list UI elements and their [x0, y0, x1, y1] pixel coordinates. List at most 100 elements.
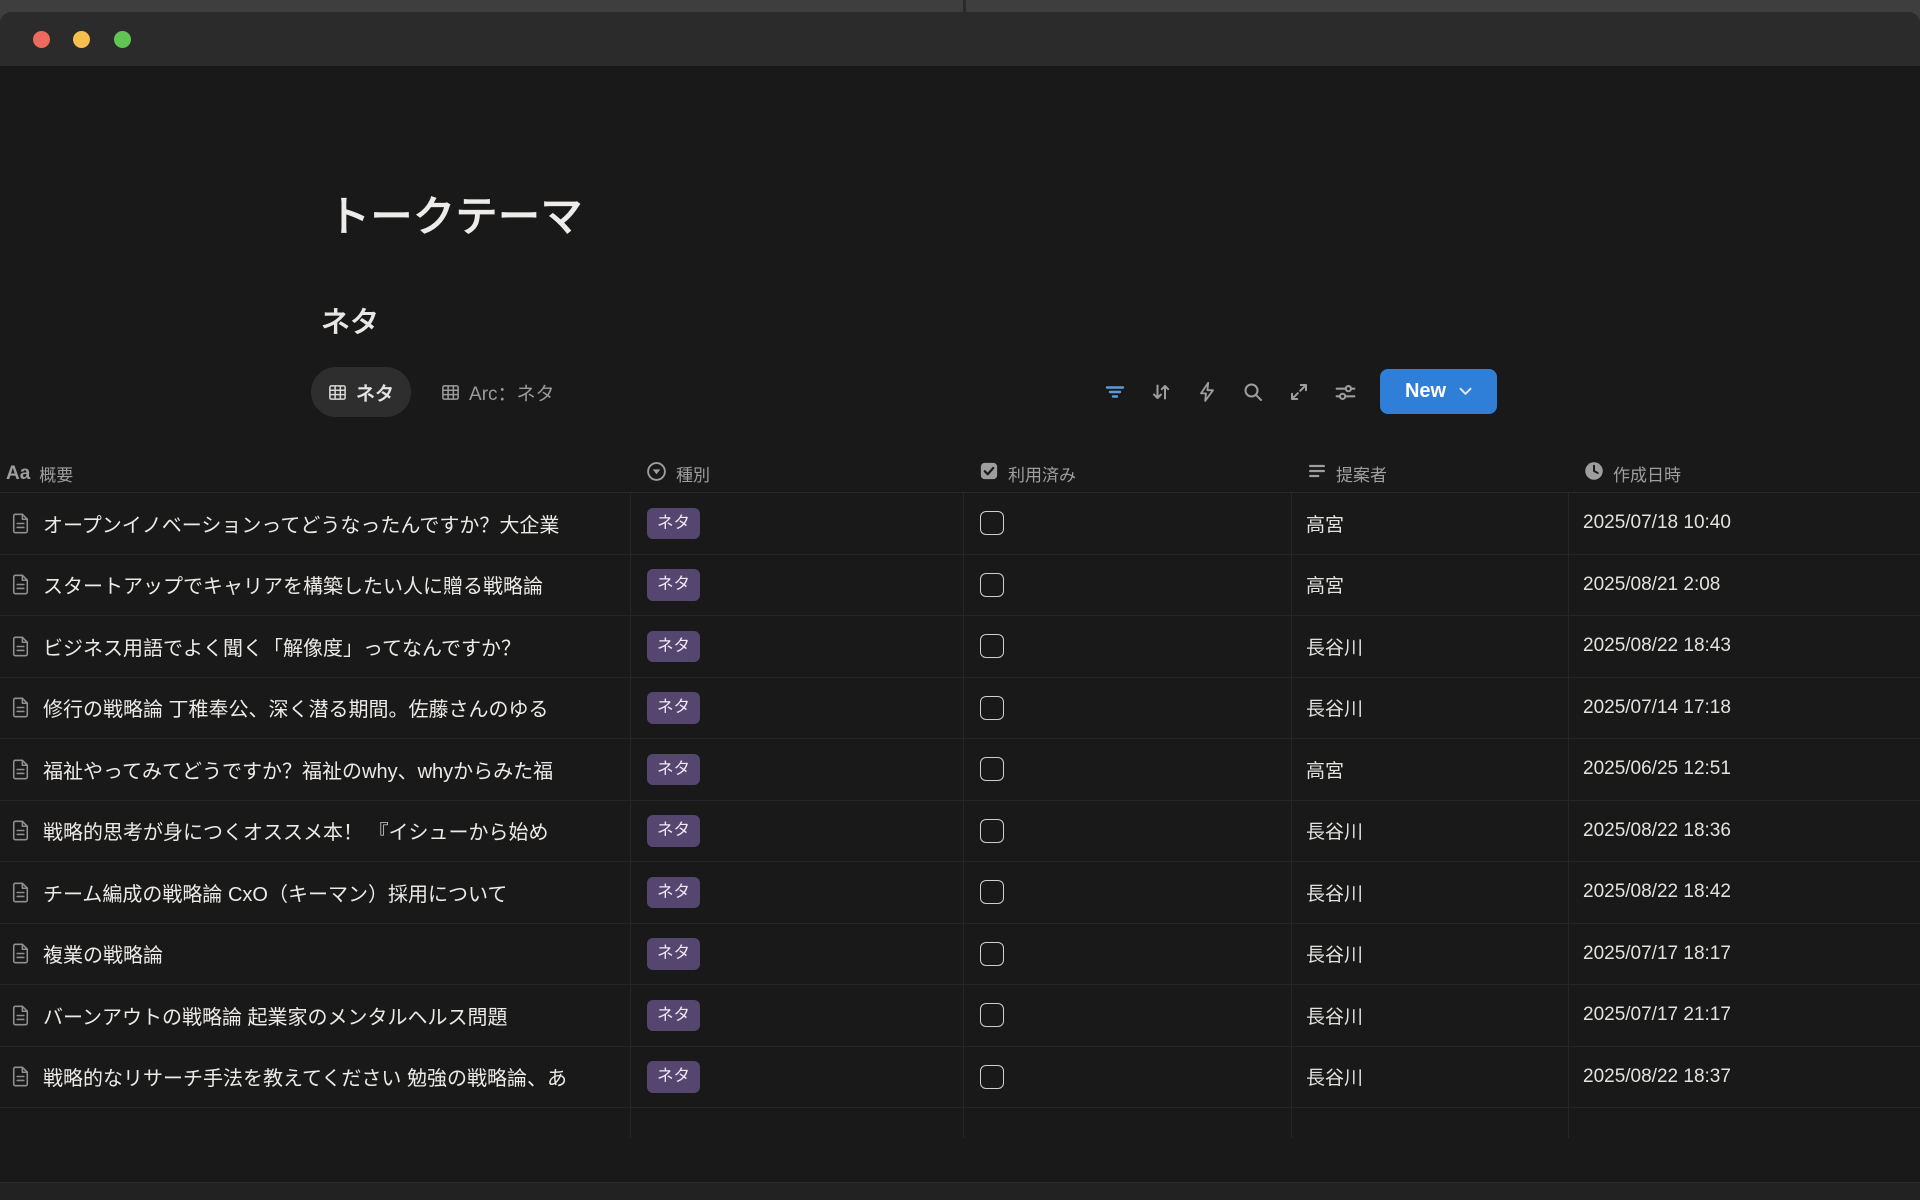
row-created-cell[interactable]: 2025/08/22 18:43 — [1569, 616, 1920, 677]
view-tab-arc-neta[interactable]: Arc：ネタ — [437, 367, 559, 417]
used-checkbox[interactable] — [980, 757, 1004, 781]
page-icon — [8, 572, 33, 597]
row-title-cell[interactable]: チーム編成の戦略論 CxO（キーマン）採用について — [0, 862, 631, 923]
row-proposer-cell[interactable]: 長谷川 — [1292, 1047, 1569, 1108]
expand-icon[interactable] — [1286, 379, 1312, 405]
row-proposer-cell[interactable]: 長谷川 — [1292, 862, 1569, 923]
row-title-cell[interactable]: 福祉やってみてどうですか？福祉のwhy、whyからみた福 — [0, 739, 631, 800]
row-created-cell[interactable]: 2025/08/22 18:42 — [1569, 862, 1920, 923]
search-icon[interactable] — [1240, 379, 1266, 405]
zoom-window-button[interactable] — [114, 31, 131, 48]
row-title-cell[interactable]: ビジネス用語でよく聞く「解像度」ってなんですか？ — [0, 616, 631, 677]
select-icon — [646, 461, 667, 487]
used-checkbox[interactable] — [980, 880, 1004, 904]
row-used-cell[interactable] — [964, 739, 1292, 800]
row-title-cell[interactable]: バーンアウトの戦略論 起業家のメンタルヘルス問題 — [0, 985, 631, 1046]
used-checkbox[interactable] — [980, 511, 1004, 535]
row-title: 福祉やってみてどうですか？福祉のwhy、whyからみた福 — [43, 755, 553, 784]
row-created-cell[interactable]: 2025/07/14 17:18 — [1569, 678, 1920, 739]
type-tag: ネタ — [647, 1061, 700, 1093]
used-checkbox[interactable] — [980, 1065, 1004, 1089]
page-icon — [8, 634, 33, 659]
row-used-cell[interactable] — [964, 678, 1292, 739]
column-header-overview[interactable]: Aa 概要 — [0, 455, 631, 492]
page-icon — [8, 511, 33, 536]
column-header-used[interactable]: 利用済み — [964, 455, 1292, 492]
row-type-cell[interactable]: ネタ — [631, 555, 964, 616]
used-checkbox[interactable] — [980, 696, 1004, 720]
automation-icon[interactable] — [1194, 379, 1220, 405]
column-header-type[interactable]: 種別 — [631, 455, 964, 492]
close-window-button[interactable] — [33, 31, 50, 48]
row-proposer-cell[interactable]: 高宮 — [1292, 739, 1569, 800]
row-created-cell[interactable]: 2025/07/17 21:17 — [1569, 985, 1920, 1046]
row-title: 複業の戦略論 — [43, 939, 163, 968]
row-title: 修行の戦略論 丁稚奉公、深く潜る期間。佐藤さんのゆる — [43, 693, 549, 722]
row-created-cell[interactable]: 2025/07/17 18:17 — [1569, 924, 1920, 985]
row-proposer-cell[interactable]: 高宮 — [1292, 555, 1569, 616]
row-type-cell[interactable]: ネタ — [631, 985, 964, 1046]
created-text: 2025/07/17 18:17 — [1583, 943, 1731, 965]
used-checkbox[interactable] — [980, 573, 1004, 597]
row-title-cell[interactable]: スタートアップでキャリアを構築したい人に贈る戦略論 — [0, 555, 631, 616]
row-title-cell[interactable]: 修行の戦略論 丁稚奉公、深く潜る期間。佐藤さんのゆる — [0, 678, 631, 739]
row-title-cell[interactable]: 戦略的なリサーチ手法を教えてください 勉強の戦略論、あ — [0, 1047, 631, 1108]
filter-icon[interactable] — [1102, 379, 1128, 405]
view-settings-icon[interactable] — [1332, 379, 1358, 405]
sort-icon[interactable] — [1148, 379, 1174, 405]
row-used-cell[interactable] — [964, 924, 1292, 985]
checkbox-icon — [979, 461, 999, 486]
row-proposer-cell[interactable]: 高宮 — [1292, 493, 1569, 554]
row-type-cell[interactable]: ネタ — [631, 616, 964, 677]
minimize-window-button[interactable] — [73, 31, 90, 48]
table-row: ビジネス用語でよく聞く「解像度」ってなんですか？ ネタ 長谷川 2025/08/… — [0, 616, 1920, 678]
used-checkbox[interactable] — [980, 942, 1004, 966]
row-type-cell[interactable]: ネタ — [631, 924, 964, 985]
row-created-cell[interactable]: 2025/08/22 18:37 — [1569, 1047, 1920, 1108]
row-used-cell[interactable] — [964, 555, 1292, 616]
row-used-cell[interactable] — [964, 862, 1292, 923]
view-tab-neta[interactable]: ネタ — [311, 367, 411, 417]
row-used-cell[interactable] — [964, 616, 1292, 677]
type-tag: ネタ — [647, 569, 700, 601]
table-row: 修行の戦略論 丁稚奉公、深く潜る期間。佐藤さんのゆる ネタ 長谷川 2025/0… — [0, 678, 1920, 740]
row-type-cell[interactable]: ネタ — [631, 1047, 964, 1108]
row-proposer-cell[interactable]: 長谷川 — [1292, 616, 1569, 677]
row-type-cell[interactable]: ネタ — [631, 678, 964, 739]
row-used-cell[interactable] — [964, 1047, 1292, 1108]
row-used-cell[interactable] — [964, 985, 1292, 1046]
row-title: ビジネス用語でよく聞く「解像度」ってなんですか？ — [43, 632, 521, 661]
used-checkbox[interactable] — [980, 1003, 1004, 1027]
proposer-text: 高宮 — [1306, 571, 1344, 598]
column-header-created[interactable]: 作成日時 — [1569, 455, 1920, 492]
collection-title[interactable]: ネタ — [321, 299, 379, 341]
column-header-proposer[interactable]: 提案者 — [1292, 455, 1569, 492]
used-checkbox[interactable] — [980, 634, 1004, 658]
row-proposer-cell[interactable]: 長谷川 — [1292, 801, 1569, 862]
row-type-cell[interactable]: ネタ — [631, 862, 964, 923]
page-icon — [8, 757, 33, 782]
proposer-text: 高宮 — [1306, 510, 1344, 537]
new-button[interactable]: New — [1380, 369, 1497, 414]
row-created-cell[interactable]: 2025/08/21 2:08 — [1569, 555, 1920, 616]
column-label: 種別 — [676, 461, 710, 486]
row-created-cell[interactable]: 2025/08/22 18:36 — [1569, 801, 1920, 862]
proposer-text: 長谷川 — [1306, 817, 1363, 844]
row-created-cell[interactable]: 2025/07/18 10:40 — [1569, 493, 1920, 554]
row-used-cell[interactable] — [964, 493, 1292, 554]
used-checkbox[interactable] — [980, 819, 1004, 843]
row-proposer-cell[interactable]: 長谷川 — [1292, 985, 1569, 1046]
row-proposer-cell[interactable]: 長谷川 — [1292, 924, 1569, 985]
row-title-cell[interactable]: 戦略的思考が身につくオススメ本！ 『イシューから始め — [0, 801, 631, 862]
row-proposer-cell[interactable]: 長谷川 — [1292, 678, 1569, 739]
text-style-icon: Aa — [6, 463, 30, 485]
row-used-cell[interactable] — [964, 801, 1292, 862]
row-title-cell[interactable]: オープンイノベーションってどうなったんですか？大企業 — [0, 493, 631, 554]
row-type-cell[interactable]: ネタ — [631, 801, 964, 862]
row-type-cell[interactable]: ネタ — [631, 739, 964, 800]
row-type-cell[interactable]: ネタ — [631, 493, 964, 554]
table-trailing-dividers — [0, 1108, 1920, 1138]
row-title-cell[interactable]: 複業の戦略論 — [0, 924, 631, 985]
row-created-cell[interactable]: 2025/06/25 12:51 — [1569, 739, 1920, 800]
text-icon — [1307, 461, 1327, 486]
